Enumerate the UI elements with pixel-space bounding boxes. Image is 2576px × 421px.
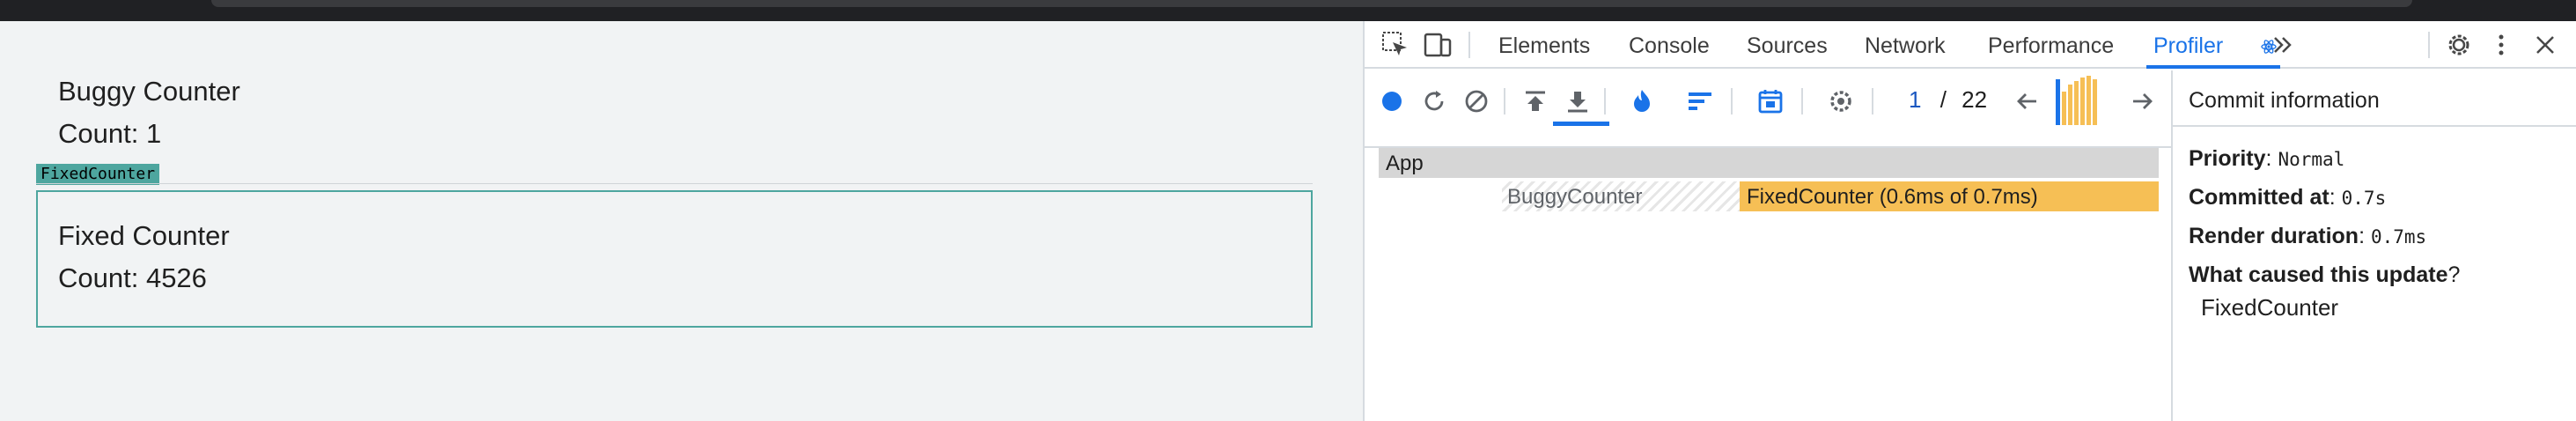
close-icon[interactable] — [2530, 30, 2560, 60]
tab-divider — [1468, 32, 1470, 58]
upload-icon[interactable] — [1520, 86, 1550, 116]
record-icon[interactable] — [1377, 86, 1407, 116]
fixed-counter-highlight-box — [36, 190, 1313, 328]
commit-info-header: Commit information — [2173, 70, 2576, 127]
buggy-counter-title: Buggy Counter — [58, 76, 240, 107]
flame-node-app[interactable]: App — [1379, 148, 2159, 178]
priority-value: Normal — [2278, 149, 2345, 170]
tab-profiler[interactable]: Profiler — [2153, 33, 2277, 69]
clear-icon[interactable] — [1461, 86, 1491, 116]
timeline-icon[interactable] — [1755, 86, 1785, 116]
commit-counter: 1 / 22 — [1909, 86, 1987, 114]
flame-node-buggy-counter[interactable]: BuggyCounter — [1502, 181, 1740, 211]
fixed-counter-count: Count: 4526 — [58, 262, 207, 293]
more-tabs-icon[interactable] — [2268, 30, 2298, 60]
tab-elements[interactable]: Elements — [1498, 33, 1590, 69]
window-top-strip-inner — [211, 0, 2412, 7]
active-tab-underline — [2146, 65, 2280, 69]
commit-committed-at: Committed at: 0.7s — [2189, 185, 2387, 210]
window-top-strip — [0, 0, 2576, 21]
flame-chart-icon[interactable] — [1627, 86, 1657, 116]
tab-network[interactable]: Network — [1865, 33, 1946, 69]
commit-total: 22 — [1961, 86, 1988, 113]
flame-node-fixed-label: FixedCounter (0.6ms of 0.7ms) — [1747, 185, 2038, 209]
inspect-element-icon[interactable] — [1380, 30, 1410, 60]
toolbar-divider — [1872, 88, 1873, 114]
next-commit-icon[interactable] — [2127, 86, 2157, 116]
toolbar-divider — [1801, 88, 1803, 114]
download-icon[interactable] — [1563, 86, 1593, 116]
reload-icon[interactable] — [1419, 86, 1449, 116]
flame-node-fixed-counter[interactable]: FixedCounter (0.6ms of 0.7ms) — [1740, 181, 2159, 211]
fixed-counter-title: Fixed Counter — [58, 220, 230, 251]
commit-current: 1 — [1909, 86, 1922, 113]
commit-priority: Priority: Normal — [2189, 146, 2345, 171]
tab-divider-right — [2428, 32, 2430, 58]
priority-label: Priority — [2189, 146, 2266, 171]
cause-component[interactable]: FixedCounter — [2201, 294, 2338, 321]
flame-chart-active-underline — [1553, 122, 1609, 126]
toolbar-divider — [1604, 88, 1606, 114]
commit-render-duration: Render duration: 0.7ms — [2189, 224, 2427, 248]
commit-info-title: Commit information — [2189, 88, 2380, 113]
render-label: Render duration — [2189, 224, 2359, 248]
highlight-divider — [36, 183, 1313, 184]
prev-commit-icon[interactable] — [2013, 86, 2042, 116]
ranked-chart-icon[interactable] — [1685, 86, 1715, 116]
buggy-counter-count: Count: 1 — [58, 118, 162, 149]
cause-label: What caused this update — [2189, 262, 2448, 287]
tab-sources[interactable]: Sources — [1747, 33, 1828, 69]
tab-performance[interactable]: Performance — [1988, 33, 2114, 69]
commit-bars-chart[interactable] — [2056, 76, 2105, 125]
kebab-menu-icon[interactable] — [2486, 30, 2516, 60]
commit-separator: / — [1939, 86, 1947, 113]
committed-label: Committed at — [2189, 185, 2329, 210]
tab-console[interactable]: Console — [1629, 33, 1710, 69]
toolbar-divider — [1504, 88, 1505, 114]
flame-node-buggy-label: BuggyCounter — [1507, 185, 1643, 209]
committed-value: 0.7s — [2341, 188, 2387, 209]
commit-cause-heading: What caused this update? — [2189, 262, 2461, 287]
devtools-tabbar: Elements Console Sources Network Perform… — [1365, 21, 2576, 69]
highlight-label: FixedCounter — [36, 164, 160, 185]
flame-node-app-label: App — [1386, 151, 1424, 175]
toolbar-divider — [1731, 88, 1733, 114]
render-value: 0.7ms — [2370, 226, 2427, 247]
tab-profiler-label: Profiler — [2153, 33, 2224, 58]
commit-information-panel: Commit information Priority: Normal Comm… — [2171, 70, 2576, 421]
settings-icon[interactable] — [1826, 86, 1856, 116]
settings-gear-icon[interactable] — [2444, 30, 2474, 60]
device-toolbar-icon[interactable] — [1423, 30, 1453, 60]
